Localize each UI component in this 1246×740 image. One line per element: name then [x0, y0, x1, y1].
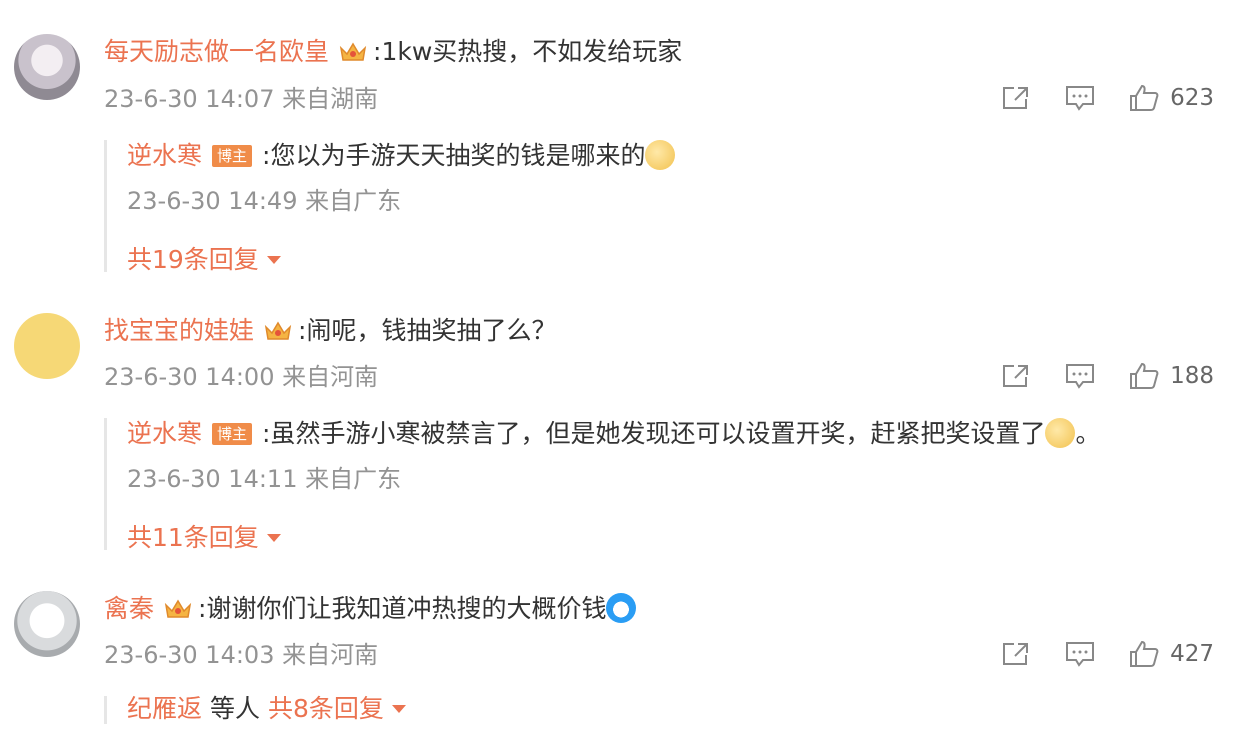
share-icon[interactable] [1000, 362, 1032, 390]
reply-line: 逆水寒 博主 :虽然手游小寒被禁言了，但是她发现还可以设置开奖，赶紧把奖设置了。 [127, 418, 1100, 450]
comment-actions: 623 [968, 82, 1214, 114]
comment-line: 每天励志做一名欧皇 :1kw买热搜，不如发给玩家 [104, 36, 682, 68]
comment-text: :1kw买热搜，不如发给玩家 [373, 37, 683, 66]
reply-thread: 逆水寒 博主 :虽然手游小寒被禁言了，但是她发现还可以设置开奖，赶紧把奖设置了。 2… [104, 418, 1100, 552]
chevron-down-icon [266, 256, 281, 264]
share-icon[interactable] [1000, 640, 1032, 668]
sad-emoji-icon [1045, 418, 1076, 448]
reply-text: :您以为手游天天抽奖的钱是哪来的 [262, 141, 646, 170]
comment-meta: 23-6-30 14:03 来自河南 [104, 641, 379, 669]
view-replies-button[interactable]: 纪雁返 等人 共8条回复 [127, 693, 406, 725]
doge-emoji-icon [645, 140, 676, 170]
comment-icon[interactable] [1064, 640, 1096, 668]
comment-text: :谢谢你们让我知道冲热搜的大概价钱 [198, 594, 607, 623]
crown-badge-icon [264, 321, 292, 340]
view-replies-label: 共8条回复 [267, 694, 384, 723]
reply-text-end: 。 [1075, 419, 1101, 448]
chevron-down-icon [266, 534, 281, 542]
crown-badge-icon [339, 42, 367, 61]
crown-badge-icon [164, 599, 192, 618]
comment-icon[interactable] [1064, 84, 1096, 112]
reply-meta: 23-6-30 14:11 来自广东 [127, 465, 402, 493]
share-icon[interactable] [1000, 84, 1032, 112]
reply-username[interactable]: 逆水寒 [127, 419, 202, 448]
avatar[interactable] [14, 313, 80, 379]
reply-summary-username[interactable]: 纪雁返 [127, 694, 202, 723]
author-badge: 博主 [212, 145, 253, 167]
view-replies-button[interactable]: 共11条回复 [127, 522, 281, 554]
like-count: 427 [1170, 641, 1214, 667]
comment-username[interactable]: 每天励志做一名欧皇 [104, 37, 329, 66]
doraemon-emoji-icon [606, 593, 637, 623]
comment-icon[interactable] [1064, 362, 1096, 390]
author-badge: 博主 [212, 423, 253, 445]
like-count: 188 [1170, 363, 1214, 389]
comment-actions: 188 [968, 360, 1214, 392]
reply-username[interactable]: 逆水寒 [127, 141, 202, 170]
reply-meta: 23-6-30 14:49 来自广东 [127, 187, 402, 215]
comment-line: 禽秦 :谢谢你们让我知道冲热搜的大概价钱 [104, 593, 637, 625]
comment-username[interactable]: 找宝宝的娃娃 [104, 316, 254, 345]
comment-username[interactable]: 禽秦 [104, 594, 154, 623]
comment-meta: 23-6-30 14:07 来自湖南 [104, 85, 379, 113]
view-replies-button[interactable]: 共19条回复 [127, 244, 281, 276]
reply-line: 逆水寒 博主 :您以为手游天天抽奖的钱是哪来的 [127, 140, 676, 172]
comment-meta: 23-6-30 14:00 来自河南 [104, 363, 379, 391]
like-icon[interactable] [1128, 84, 1160, 112]
comment-text: :闹呢，钱抽奖抽了么？ [298, 316, 557, 345]
avatar[interactable] [14, 34, 80, 100]
view-replies-label: 共11条回复 [127, 523, 259, 552]
comment-actions: 427 [968, 638, 1214, 670]
reply-thread: 逆水寒 博主 :您以为手游天天抽奖的钱是哪来的 23-6-30 14:49 来自广东… [104, 140, 676, 274]
like-icon[interactable] [1128, 362, 1160, 390]
comment-line: 找宝宝的娃娃 :闹呢，钱抽奖抽了么？ [104, 315, 556, 347]
reply-thread: 纪雁返 等人 共8条回复 [104, 694, 406, 724]
view-replies-label: 共19条回复 [127, 245, 259, 274]
chevron-down-icon [391, 705, 406, 713]
reply-text: :虽然手游小寒被禁言了，但是她发现还可以设置开奖，赶紧把奖设置了 [262, 419, 1046, 448]
like-icon[interactable] [1128, 640, 1160, 668]
like-count: 623 [1170, 85, 1214, 111]
reply-summary-others: 等人 [209, 694, 260, 723]
avatar[interactable] [14, 591, 80, 657]
